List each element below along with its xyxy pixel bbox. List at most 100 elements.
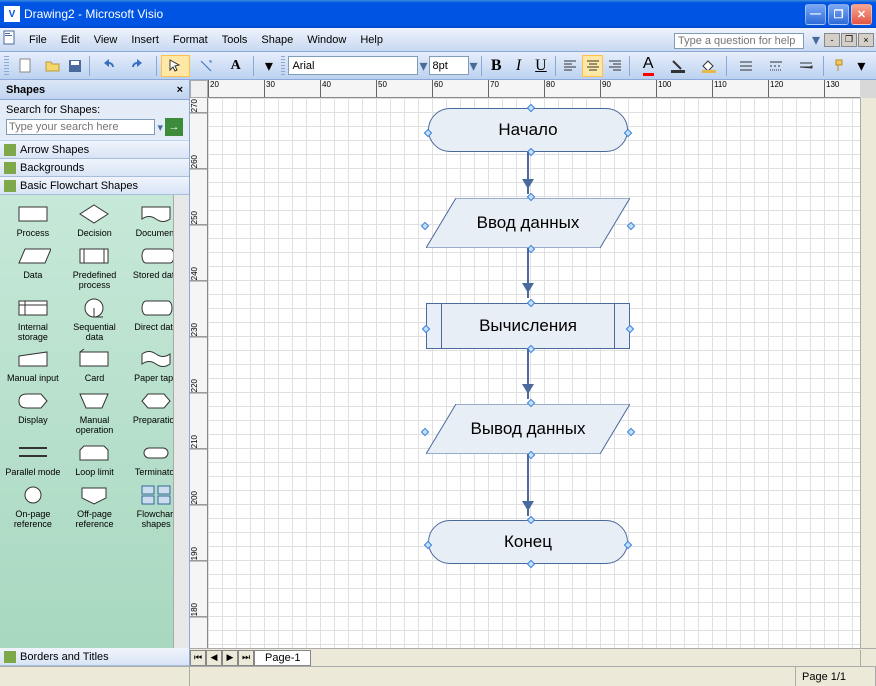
open-button[interactable] (42, 55, 63, 77)
line-color-button[interactable] (664, 55, 693, 77)
shape-master-on-page-reference[interactable]: On-page reference (2, 480, 64, 532)
flowchart-process[interactable]: Вычисления (426, 303, 630, 349)
flowchart-start-label: Начало (498, 120, 557, 140)
flowchart-input[interactable]: Ввод данных (426, 198, 630, 248)
connector-tool-button[interactable] (191, 55, 220, 77)
align-center-button[interactable] (582, 55, 603, 77)
shape-master-sequential-data[interactable]: Sequential data (64, 293, 126, 345)
shape-master-data[interactable]: Data (2, 241, 64, 293)
align-left-button[interactable] (560, 55, 581, 77)
undo-button[interactable] (94, 55, 123, 77)
minimize-button[interactable]: — (805, 4, 826, 25)
drawing-canvas[interactable]: Начало Ввод данных Вычисления (208, 98, 860, 648)
document-icon[interactable] (2, 30, 22, 50)
shape-master-process[interactable]: Process (2, 199, 64, 241)
toolbar-options-icon[interactable]: ▾ (851, 55, 872, 77)
menu-edit[interactable]: Edit (54, 31, 87, 49)
menu-window[interactable]: Window (300, 31, 353, 49)
toolbar-grip-icon[interactable] (281, 56, 286, 76)
line-pattern-button[interactable] (761, 55, 790, 77)
menu-insert[interactable]: Insert (124, 31, 166, 49)
shape-master-internal-storage[interactable]: Internal storage (2, 293, 64, 345)
help-search-input[interactable] (674, 33, 804, 49)
dropdown-icon[interactable]: ▾ (157, 121, 163, 134)
stencil-basic-flowchart[interactable]: Basic Flowchart Shapes (0, 177, 189, 195)
font-name-combo[interactable] (288, 56, 418, 75)
bold-button[interactable]: B (486, 55, 507, 77)
status-cell (0, 667, 190, 686)
save-button[interactable] (64, 55, 85, 77)
italic-button[interactable]: I (508, 55, 529, 77)
page-tab[interactable]: Page-1 (254, 650, 311, 666)
nav-first-button[interactable]: ⏮ (190, 650, 206, 666)
pointer-tool-button[interactable] (161, 55, 190, 77)
menu-tools[interactable]: Tools (215, 31, 255, 49)
toolbar-options-icon[interactable]: ▾ (258, 55, 279, 77)
stencil-arrow-shapes[interactable]: Arrow Shapes (0, 141, 189, 159)
stencil-backgrounds[interactable]: Backgrounds (0, 159, 189, 177)
maximize-button[interactable]: ❐ (828, 4, 849, 25)
mdi-close-button[interactable]: × (858, 33, 874, 47)
menu-view[interactable]: View (87, 31, 125, 49)
ruler-horizontal[interactable]: 2030405060708090100110120130 (208, 80, 860, 98)
mdi-restore-button[interactable]: ❐ (841, 33, 857, 47)
shape-master-decision[interactable]: Decision (64, 199, 126, 241)
status-cell (190, 667, 796, 686)
menu-file[interactable]: File (22, 31, 54, 49)
shape-master-predefined-process[interactable]: Predefined process (64, 241, 126, 293)
dropdown-icon[interactable]: ▾ (470, 56, 478, 76)
shape-master-manual-input[interactable]: Manual input (2, 344, 64, 386)
shapes-search-go-button[interactable]: → (165, 118, 183, 136)
shape-master-display[interactable]: Display (2, 386, 64, 438)
statusbar: Page 1/1 (0, 666, 876, 686)
flowchart-connector[interactable] (527, 248, 529, 298)
shapes-scrollbar[interactable] (173, 195, 189, 648)
help-dropdown-icon[interactable]: ▾ (812, 30, 820, 50)
menu-help[interactable]: Help (353, 31, 390, 49)
flowchart-connector[interactable] (527, 349, 529, 399)
shape-master-parallel-mode[interactable]: Parallel mode (2, 438, 64, 480)
dropdown-icon[interactable]: ▾ (419, 56, 427, 76)
titlebar: V Drawing2 - Microsoft Visio — ❐ ✕ (0, 0, 876, 28)
new-button[interactable] (12, 55, 41, 77)
mdi-minimize-button[interactable]: - (824, 33, 840, 47)
vertical-scrollbar[interactable] (860, 98, 876, 648)
flowchart-input-label: Ввод данных (477, 213, 580, 233)
fill-color-button[interactable] (694, 55, 723, 77)
shape-master-card[interactable]: Card (64, 344, 126, 386)
align-right-button[interactable] (604, 55, 625, 77)
underline-button[interactable]: U (530, 55, 551, 77)
text-tool-button[interactable]: A (221, 55, 250, 77)
shapes-search-input[interactable] (6, 119, 155, 135)
flowchart-output[interactable]: Вывод данных (426, 404, 630, 454)
ruler-corner (190, 80, 208, 98)
format-painter-button[interactable] (828, 55, 849, 77)
line-weight-button[interactable] (731, 55, 760, 77)
font-color-button[interactable]: A (634, 55, 663, 77)
flowchart-connector[interactable] (527, 454, 529, 516)
flowchart-connector[interactable] (527, 152, 529, 194)
visio-app-icon: V (4, 6, 20, 22)
menu-format[interactable]: Format (166, 31, 215, 49)
menubar: File Edit View Insert Format Tools Shape… (0, 28, 876, 52)
shapes-panel-close-icon[interactable]: × (177, 84, 183, 96)
font-size-combo[interactable] (429, 56, 469, 75)
nav-last-button[interactable]: ⏭ (238, 650, 254, 666)
flowchart-end[interactable]: Конец (428, 520, 628, 564)
shape-master-manual-operation[interactable]: Manual operation (64, 386, 126, 438)
line-ends-button[interactable] (791, 55, 820, 77)
toolbar-grip-icon[interactable] (4, 56, 9, 76)
close-button[interactable]: ✕ (851, 4, 872, 25)
status-page: Page 1/1 (796, 667, 876, 686)
stencil-borders-titles[interactable]: Borders and Titles (0, 648, 189, 666)
menu-shape[interactable]: Shape (254, 31, 300, 49)
stencil-body: ProcessDecisionDocumentDataPredefined pr… (0, 195, 189, 648)
nav-next-button[interactable]: ▶ (222, 650, 238, 666)
flowchart-start[interactable]: Начало (428, 108, 628, 152)
shape-master-off-page-reference[interactable]: Off-page reference (64, 480, 126, 532)
redo-button[interactable] (124, 55, 153, 77)
shapes-panel-title: Shapes (6, 84, 45, 96)
shape-master-loop-limit[interactable]: Loop limit (64, 438, 126, 480)
nav-prev-button[interactable]: ◀ (206, 650, 222, 666)
ruler-vertical[interactable]: 270260250240230220210200190180 (190, 98, 208, 648)
